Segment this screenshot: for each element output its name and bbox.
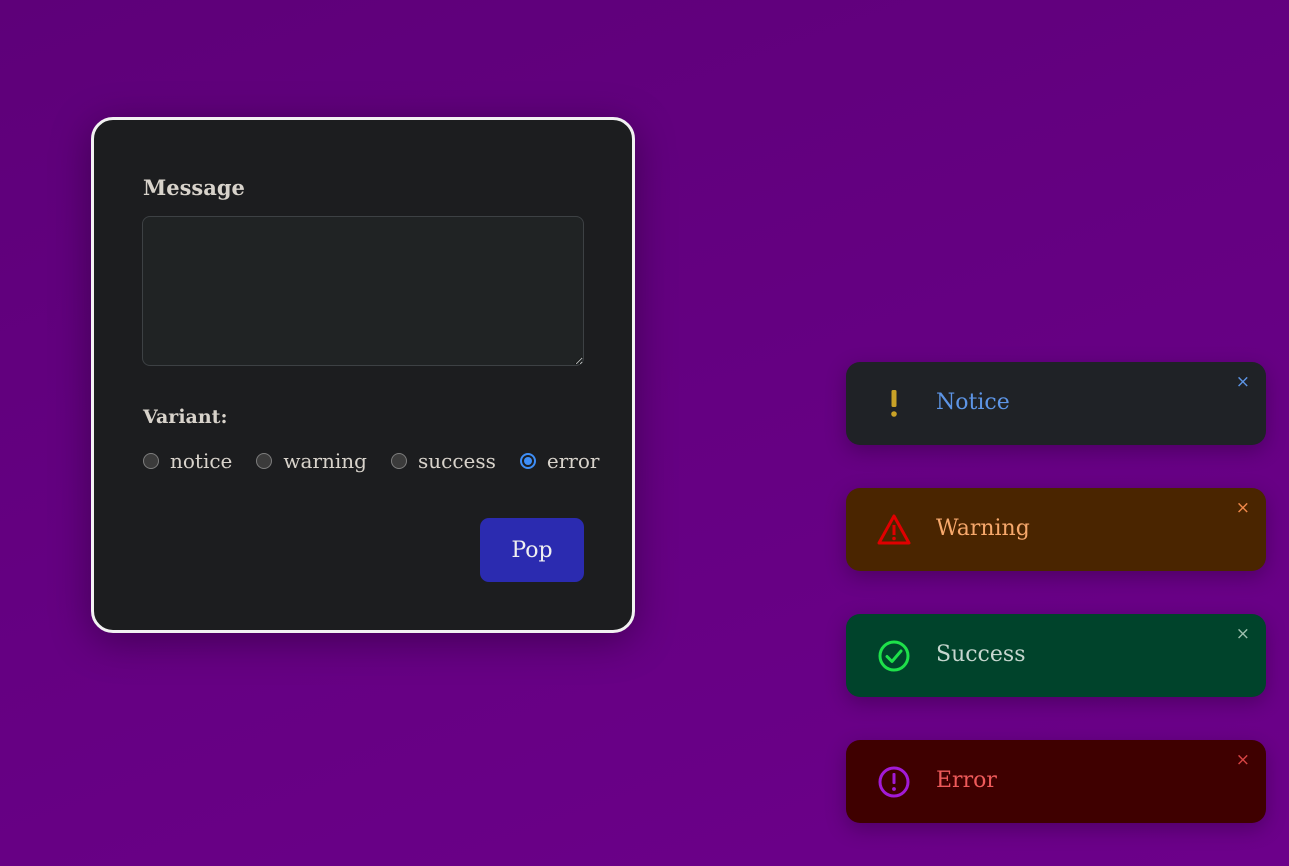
radio-error[interactable] — [519, 453, 536, 469]
toast-success: Success × — [846, 614, 1266, 697]
popup-form-panel: Message Variant: notice warning success … — [91, 117, 635, 633]
variant-option-error[interactable]: error — [519, 449, 600, 473]
toast-title-warning: Warning — [936, 516, 1030, 541]
toast-notice: Notice × — [846, 362, 1266, 445]
toast-title-success: Success — [936, 642, 1026, 667]
radio-success[interactable] — [390, 453, 407, 469]
pop-button[interactable]: Pop — [480, 518, 584, 582]
variant-option-notice[interactable]: notice — [143, 449, 232, 473]
variant-radio-group: notice warning success error — [143, 449, 623, 473]
warning-triangle-icon — [876, 512, 912, 548]
check-circle-icon — [876, 638, 912, 674]
close-icon[interactable]: × — [1236, 374, 1250, 391]
toast-warning: Warning × — [846, 488, 1266, 571]
toast-title-error: Error — [936, 768, 997, 793]
radio-label-warning: warning — [283, 449, 367, 473]
error-circle-icon — [876, 764, 912, 800]
exclamation-icon — [876, 386, 912, 422]
radio-label-notice: notice — [170, 449, 233, 473]
toast-title-notice: Notice — [936, 390, 1010, 415]
radio-label-error: error — [546, 449, 600, 473]
variant-label: Variant: — [143, 406, 228, 428]
variant-option-success[interactable]: success — [390, 449, 496, 473]
message-input[interactable] — [142, 216, 584, 366]
close-icon[interactable]: × — [1236, 752, 1250, 769]
variant-option-warning[interactable]: warning — [256, 449, 367, 473]
radio-warning[interactable] — [256, 453, 273, 469]
radio-label-success: success — [417, 449, 496, 473]
close-icon[interactable]: × — [1236, 626, 1250, 643]
message-label: Message — [143, 175, 245, 200]
toast-error: Error × — [846, 740, 1266, 823]
radio-notice[interactable] — [143, 453, 159, 469]
close-icon[interactable]: × — [1236, 500, 1250, 517]
